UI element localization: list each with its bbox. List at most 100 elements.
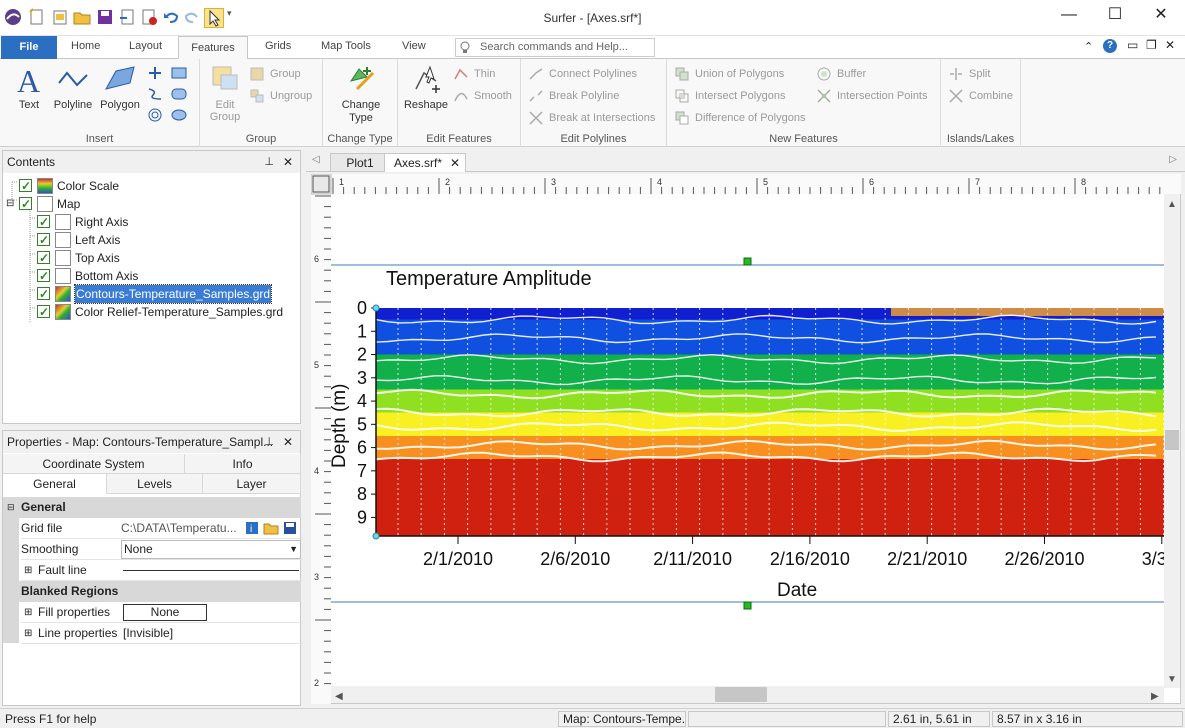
break-at-intersections-button[interactable]: Break at Intersections [529,109,655,127]
tab-close-icon[interactable]: ✕ [450,154,460,172]
thin-button[interactable]: Thin [454,65,495,83]
minimize-button[interactable]: — [1046,0,1092,32]
grid-open-icon[interactable] [263,521,279,535]
svg-text:A: A [17,63,40,95]
fault-line-preview[interactable] [123,570,299,571]
visibility-checkbox[interactable] [37,285,50,303]
tab-home[interactable]: Home [71,40,100,52]
spline-icon[interactable] [147,87,163,101]
intersection-points-button[interactable]: Intersection Points [817,87,928,105]
vertical-scroll-thumb[interactable] [1165,430,1179,450]
tab-layer[interactable]: Layer [203,474,301,494]
tabs-scroll-right-icon[interactable]: ▷ [1169,154,1177,165]
panel-close-icon[interactable]: ✕ [283,151,293,173]
connect-polylines-button[interactable]: Connect Polylines [529,65,637,83]
text-button[interactable]: A Text [10,63,48,111]
smoothing-select[interactable]: None ▼ [121,540,301,559]
polygon-button[interactable]: Polygon [97,63,143,111]
x-tick-label: 2/1/2010 [423,549,493,569]
reshape-button[interactable]: Reshape [402,63,450,111]
properties-close-icon[interactable]: ✕ [283,431,293,453]
anchor-handle-top[interactable] [372,304,380,312]
tab-info[interactable]: Info [185,454,301,474]
temperature-chart[interactable]: Temperature Amplitude 0 1 2 3 4 5 6 7 8 9 2/1/201… [311,174,1164,686]
visibility-checkbox[interactable] [37,303,50,321]
collapse-map-icon[interactable]: ⊟ [6,195,14,213]
tab-file[interactable]: File [1,36,57,59]
break-polyline-button[interactable]: Break Polyline [529,87,619,105]
close-button[interactable]: ✕ [1138,0,1184,32]
tabs-scroll-left-icon[interactable]: ◁ [312,154,320,165]
symbol-icon[interactable] [147,108,163,122]
x-axis-label: Date [777,580,817,601]
scroll-left-icon[interactable]: ◀ [335,691,343,702]
layer-icon [55,214,71,230]
doc-restore-icon[interactable]: ❐ [1146,38,1157,52]
polyline-button[interactable]: Polyline [52,63,94,111]
tab-plot1[interactable]: Plot1 [330,153,390,172]
pin-icon[interactable]: ⊥ [264,151,274,173]
anchor-handle-bottom[interactable] [372,532,380,540]
visibility-checkbox[interactable] [37,249,50,267]
tab-view[interactable]: View [402,40,426,52]
group-button[interactable]: Group [250,65,301,83]
search-input[interactable]: Search commands and Help... [455,38,655,57]
change-type-button[interactable]: Change Type [331,63,391,125]
tab-grids[interactable]: Grids [265,40,291,52]
horizontal-scroll-thumb[interactable] [715,687,767,702]
y-tick-label: 4 [357,391,367,411]
status-help: Press F1 for help [5,712,97,726]
scroll-down-icon[interactable]: ▼ [1167,674,1177,685]
expand-fault-line-icon[interactable]: ⊞ [24,560,32,581]
union-of-polygons-button[interactable]: Union of Polygons [675,65,784,83]
collapse-ribbon-icon[interactable]: ⌃ [1084,40,1093,53]
window-title: Surfer - [Axes.srf*] [543,11,642,25]
properties-pin-icon[interactable]: ⊥ [264,431,274,453]
ellipse-icon[interactable] [171,108,187,122]
ungroup-button[interactable]: Ungroup [250,87,312,105]
doc-minimize-icon[interactable]: ▭ [1127,38,1138,52]
y-tick-label: 2 [357,345,367,365]
doc-close-icon[interactable]: ✕ [1165,38,1175,52]
edit-group-button[interactable]: Edit Group [204,63,246,123]
tab-coordinate-system[interactable]: Coordinate System [3,454,185,474]
visibility-checkbox[interactable] [37,231,50,249]
document-tabs: ◁ Plot1 Axes.srf* ✕ ▷ [306,152,1185,172]
layer-icon [55,232,71,248]
line-value[interactable]: [Invisible] [123,623,173,644]
grid-info-icon[interactable]: i [245,521,259,535]
point-icon[interactable] [147,66,163,80]
tree-item-label: Contours-Temperature_Samples.grd [73,284,273,304]
buffer-button[interactable]: Buffer [817,65,866,83]
tab-levels[interactable]: Levels [107,474,203,494]
tab-general[interactable]: General [3,474,107,494]
difference-of-polygons-button[interactable]: Difference of Polygons [675,109,805,127]
fill-value[interactable]: None [123,604,207,621]
collapse-general-icon[interactable]: ⊟ [7,502,15,513]
grid-file-value[interactable]: C:\DATA\Temperatu... [121,518,237,539]
scroll-up-icon[interactable]: ▲ [1167,199,1177,210]
row-smoothing: Smoothing None ▼ [21,539,303,560]
scroll-right-icon[interactable]: ▶ [1151,691,1159,702]
x-tick-label: 2/21/2010 [887,549,967,569]
expand-fill-icon[interactable]: ⊞ [24,602,32,623]
visibility-checkbox[interactable] [37,267,50,285]
expand-line-icon[interactable]: ⊞ [24,623,32,644]
tab-axes-srf[interactable]: Axes.srf* ✕ [384,153,466,172]
tab-map-tools[interactable]: Map Tools [321,40,371,52]
rectangle-icon[interactable] [171,66,187,80]
tab-features[interactable]: Features [178,36,248,60]
visibility-checkbox[interactable] [19,177,32,195]
tab-layout[interactable]: Layout [129,40,162,52]
combine-button[interactable]: Combine [949,87,1013,105]
visibility-checkbox[interactable] [19,195,32,213]
visibility-checkbox[interactable] [37,213,50,231]
tree-item-label: Color Relief-Temperature_Samples.grd [75,305,284,319]
smooth-button[interactable]: Smooth [454,87,512,105]
split-button[interactable]: Split [949,65,990,83]
grid-save-icon[interactable] [283,521,297,535]
rounded-rectangle-icon[interactable] [171,87,187,101]
help-icon[interactable]: ? [1103,39,1117,53]
intersect-polygons-button[interactable]: Intersect Polygons [675,87,786,105]
maximize-button[interactable]: ☐ [1092,0,1138,32]
